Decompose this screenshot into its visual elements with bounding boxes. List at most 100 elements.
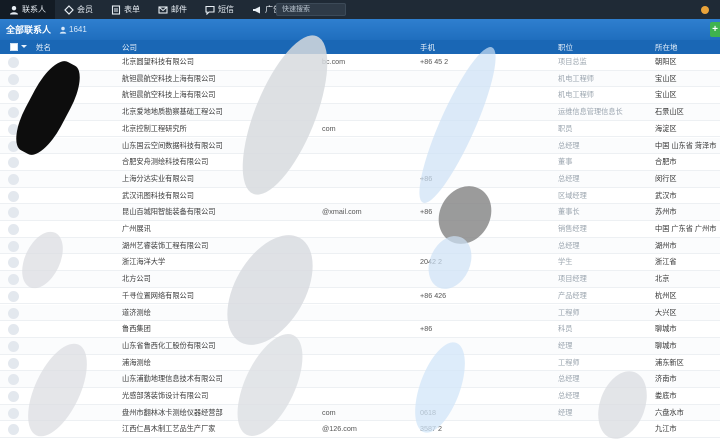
table-row[interactable]: 光感部落装饰设计有限公司 总经理 娄底市 bbox=[0, 388, 720, 405]
table-row[interactable]: 山东国云空间数据科技有限公司 总经理 中国 山东省 菏泽市 bbox=[0, 137, 720, 155]
cell-title: 项目总监 bbox=[558, 57, 587, 66]
nav-label: 联系人 bbox=[22, 5, 46, 14]
cell-region: 朝阳区 bbox=[655, 57, 677, 66]
avatar bbox=[8, 407, 19, 419]
cell-company[interactable]: 浦海测绘 bbox=[122, 358, 332, 368]
table-row[interactable]: 航钽晨航空科技上海有限公司 机电工程师 宝山区 bbox=[0, 70, 720, 88]
nav-item-sms[interactable]: 短信 bbox=[196, 0, 243, 19]
search-input[interactable] bbox=[276, 3, 346, 16]
cell-region: 聊城市 bbox=[655, 324, 677, 334]
cell-region: 北京 bbox=[655, 274, 670, 284]
avatar bbox=[8, 424, 19, 436]
cell-phone: +86 bbox=[420, 207, 433, 217]
cell-region: 娄底市 bbox=[655, 391, 677, 400]
avatar bbox=[8, 274, 19, 286]
page-header: 全部联系人 1641 + bbox=[0, 19, 720, 40]
cell-title: 董事长 bbox=[558, 207, 580, 217]
cell-company[interactable]: 合肥安舟测绘科技有限公司 bbox=[122, 157, 332, 167]
table-row[interactable]: 上海分达实业有限公司 +86 总经理 闵行区 bbox=[0, 170, 720, 188]
cell-company[interactable]: 航钽晨航空科技上海有限公司 bbox=[122, 74, 332, 84]
table-row[interactable]: 盘州市翻林冰卡测绘仪器经营部 com 0618 经理 六盘水市 bbox=[0, 404, 720, 422]
contact-count: 1641 bbox=[59, 25, 87, 34]
cell-region: 中国 广东省 广州市 bbox=[655, 224, 717, 233]
cell-company[interactable]: 上海分达实业有限公司 bbox=[122, 174, 332, 184]
table-row[interactable]: 昆山百城阳智能装备有限公司 @xmail.com +86 董事长 苏州市 bbox=[0, 204, 720, 221]
nav-item-members[interactable]: 会员 bbox=[55, 0, 102, 19]
cell-title: 科员 bbox=[558, 324, 573, 334]
cell-region: 大兴区 bbox=[655, 307, 677, 317]
cell-company[interactable]: 山东省鲁西化工股份有限公司 bbox=[122, 341, 332, 351]
cell-region: 聊城市 bbox=[655, 340, 677, 350]
add-contact-button[interactable]: + bbox=[710, 22, 720, 37]
table-row[interactable]: 合肥安舟测绘科技有限公司 董事 合肥市 bbox=[0, 154, 720, 171]
table-row[interactable]: 山东省鲁西化工股份有限公司 经理 聊城市 bbox=[0, 337, 720, 355]
table-row[interactable]: 道济测绘 工程师 大兴区 bbox=[0, 304, 720, 322]
cell-title: 总经理 bbox=[558, 391, 580, 400]
column-header-region[interactable]: 所在地 bbox=[655, 42, 678, 53]
avatar bbox=[8, 190, 19, 202]
mail-icon bbox=[158, 5, 168, 15]
cell-company[interactable]: 江西仁昌木制工艺品生产厂家 bbox=[122, 424, 332, 434]
cell-region: 闵行区 bbox=[655, 173, 677, 183]
column-header-name[interactable]: 姓名 bbox=[36, 42, 51, 53]
avatar bbox=[8, 173, 19, 185]
cell-company[interactable]: 北京圆望科技有限公司 bbox=[122, 57, 332, 67]
cell-company[interactable]: 昆山百城阳智能装备有限公司 bbox=[122, 207, 332, 217]
cell-company[interactable]: 湖州艺睿装饰工程有限公司 bbox=[122, 241, 332, 251]
cell-company[interactable]: 广州展讯 bbox=[122, 224, 332, 234]
cell-title: 机电工程师 bbox=[558, 90, 594, 100]
table-row[interactable]: 江西仁昌木制工艺品生产厂家 @126.com 3587 2 九江市 bbox=[0, 421, 720, 439]
table-row[interactable]: 北京圆望科技有限公司 bc.com +86 45 2 项目总监 朝阳区 bbox=[0, 54, 720, 71]
table-row[interactable]: 航钽晨航空科技上海有限公司 机电工程师 宝山区 bbox=[0, 87, 720, 105]
cell-company[interactable]: 航钽晨航空科技上海有限公司 bbox=[122, 90, 332, 100]
cell-company[interactable]: 北京控制工程研究所 bbox=[122, 124, 332, 134]
table-row[interactable]: 鲁西集团 +86 科员 聊城市 bbox=[0, 321, 720, 338]
column-header-title[interactable]: 职位 bbox=[558, 42, 573, 53]
column-header-company[interactable]: 公司 bbox=[122, 42, 137, 53]
avatar bbox=[8, 107, 19, 119]
cell-company[interactable]: 光感部落装饰设计有限公司 bbox=[122, 391, 332, 401]
cell-title: 总经理 bbox=[558, 140, 580, 150]
table-row[interactable]: 山东浦勤地理信息技术有限公司 总经理 济南市 bbox=[0, 371, 720, 388]
cell-title: 董事 bbox=[558, 157, 573, 167]
nav-item-contacts[interactable]: 联系人 bbox=[0, 0, 55, 19]
chevron-down-icon[interactable] bbox=[21, 45, 27, 48]
table-row[interactable]: 浙江海洋大学 2042 2 学生 浙江省 bbox=[0, 254, 720, 272]
user-menu[interactable] bbox=[690, 0, 720, 19]
cell-title: 经理 bbox=[558, 340, 573, 350]
cell-company[interactable]: 山东浦勤地理信息技术有限公司 bbox=[122, 374, 332, 384]
column-header-phone[interactable]: 手机 bbox=[420, 42, 435, 53]
avatar bbox=[701, 5, 709, 14]
page-title: 全部联系人 bbox=[6, 25, 52, 35]
table-row[interactable]: 广州展讯 销售经理 中国 广东省 广州市 bbox=[0, 221, 720, 238]
table-row[interactable]: 浦海测绘 工程师 浦东新区 bbox=[0, 354, 720, 372]
nav-item-mail[interactable]: 邮件 bbox=[149, 0, 196, 19]
table-row[interactable]: 北方公司 项目经理 北京 bbox=[0, 271, 720, 288]
form-icon bbox=[111, 4, 121, 15]
cell-company[interactable]: 北方公司 bbox=[122, 274, 332, 284]
nav-item-forms[interactable]: 表单 bbox=[102, 0, 149, 19]
table-row[interactable]: 千寻位置网络有限公司 +86 426 产品经理 杭州区 bbox=[0, 287, 720, 305]
cell-title: 经理 bbox=[558, 407, 573, 417]
cell-region: 浙江省 bbox=[655, 257, 677, 267]
cell-company[interactable]: 山东国云空间数据科技有限公司 bbox=[122, 141, 332, 151]
cell-company[interactable]: 千寻位置网络有限公司 bbox=[122, 291, 332, 301]
cell-company[interactable]: 道济测绘 bbox=[122, 308, 332, 318]
cell-company[interactable]: 盘州市翻林冰卡测绘仪器经营部 bbox=[122, 408, 332, 418]
select-all-checkbox[interactable] bbox=[10, 43, 18, 51]
table-header: 姓名 公司 手机 职位 所在地 bbox=[0, 40, 720, 54]
cell-title: 运维信息管理信息长 bbox=[558, 107, 623, 117]
cell-company[interactable]: 鲁西集团 bbox=[122, 324, 332, 334]
table-row[interactable]: 武汉讯图科技有限公司 区域经理 武汉市 bbox=[0, 187, 720, 205]
table-row[interactable]: 湖州艺睿装饰工程有限公司 总经理 湖州市 bbox=[0, 237, 720, 255]
cell-region: 武汉市 bbox=[655, 190, 677, 200]
person-icon bbox=[59, 26, 67, 34]
cell-company[interactable]: 武汉讯图科技有限公司 bbox=[122, 191, 332, 201]
cell-company[interactable]: 浙江海洋大学 bbox=[122, 257, 332, 267]
cell-title: 学生 bbox=[558, 257, 573, 267]
cell-company[interactable]: 北京爱地地质勘察基础工程公司 bbox=[122, 107, 332, 117]
cell-region: 苏州市 bbox=[655, 207, 677, 217]
cell-email: bc.com bbox=[322, 57, 346, 66]
table-row[interactable]: 北京爱地地质勘察基础工程公司 运维信息管理信息长 石景山区 bbox=[0, 104, 720, 121]
table-row[interactable]: 北京控制工程研究所 com 职员 海淀区 bbox=[0, 120, 720, 138]
